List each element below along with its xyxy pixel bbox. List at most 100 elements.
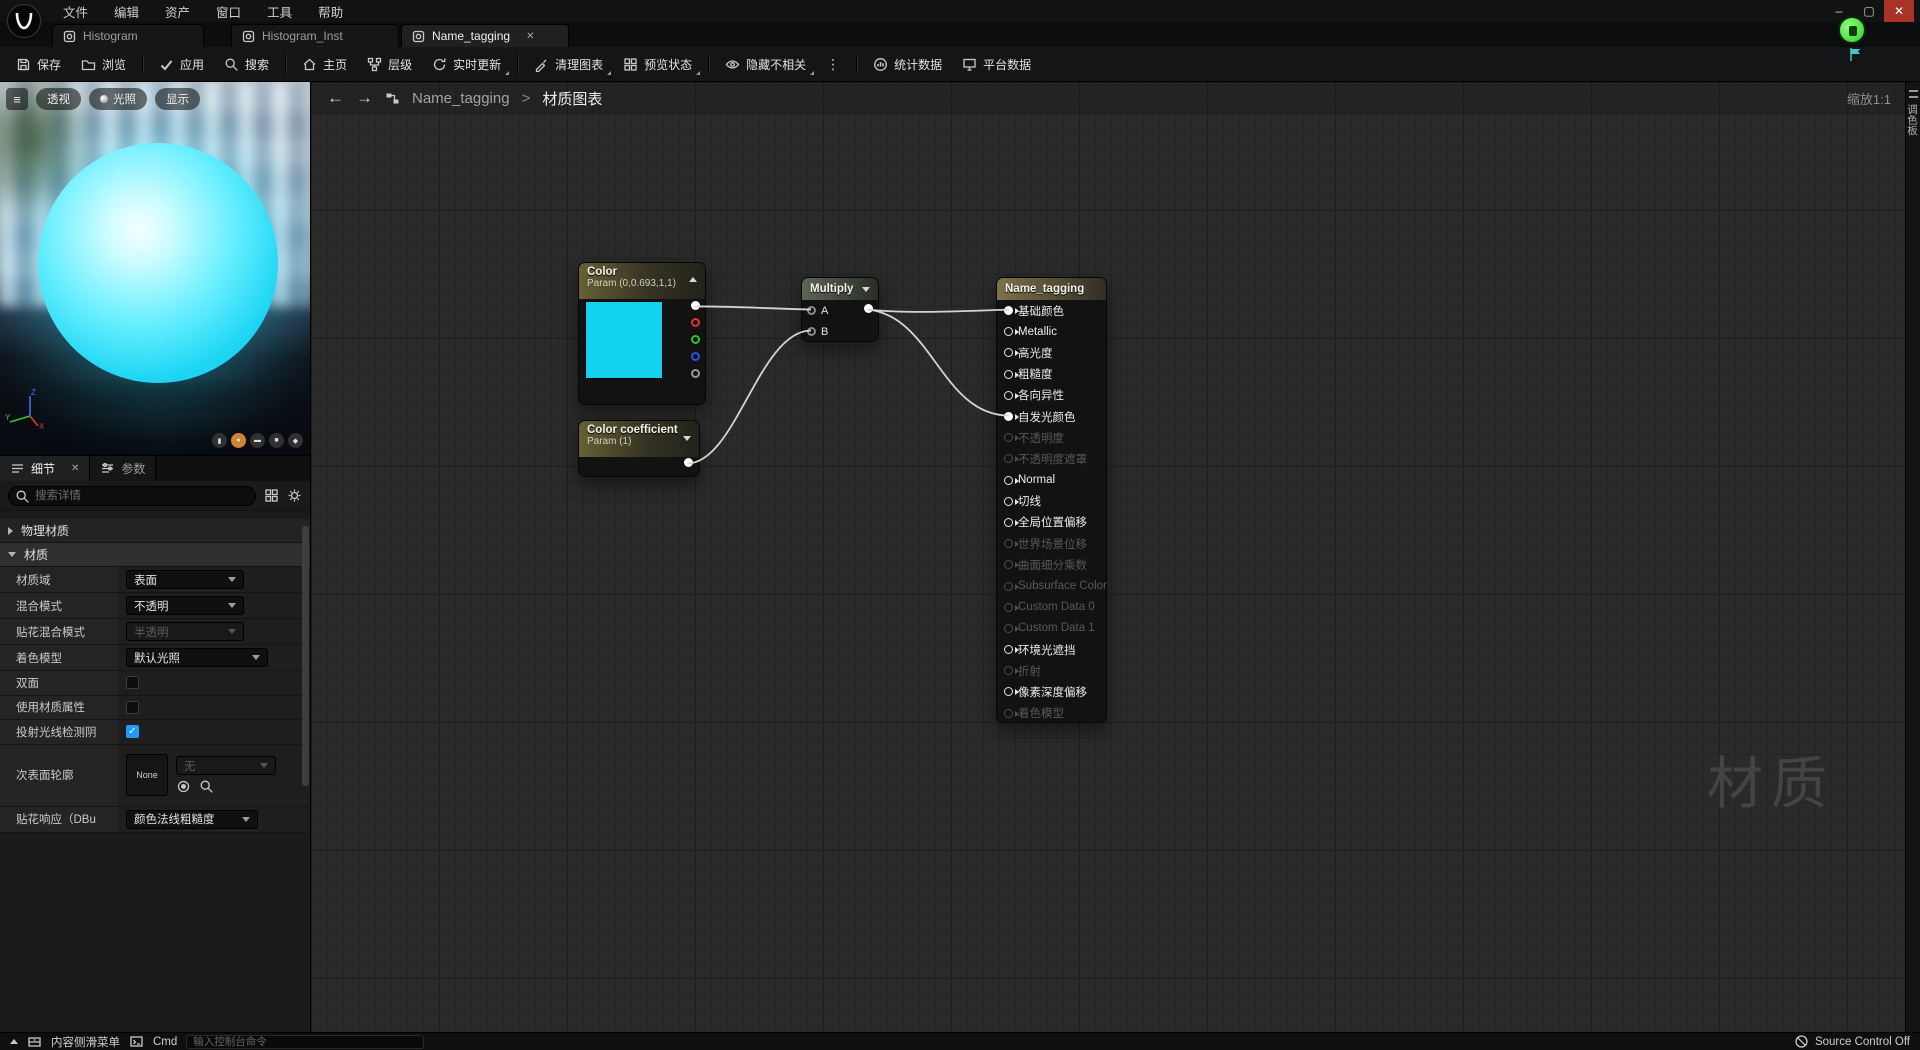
material-input-pin-row[interactable]: 折射 (997, 660, 1106, 681)
node-color-coefficient[interactable]: Color coefficient Param (1) (578, 420, 700, 477)
search-button[interactable]: 搜索 (214, 50, 279, 78)
viewport-menu-icon[interactable]: ≡ (6, 88, 28, 110)
tab-parameters[interactable]: 参数 (90, 456, 157, 481)
content-drawer-icon[interactable] (27, 1034, 42, 1049)
input-pin-icon[interactable] (1004, 623, 1019, 633)
breadcrumb-page[interactable]: 材质图表 (542, 88, 602, 109)
material-input-pin-row[interactable]: Metallic (997, 321, 1106, 342)
node-material-result[interactable]: Name_tagging 基础颜色 Metallic 高光度 粗糙度 各向异性 … (996, 277, 1107, 723)
cast-ray-traced-shadows-checkbox[interactable]: ✓ (126, 725, 139, 739)
source-control-status[interactable]: Source Control Off (1815, 1036, 1910, 1048)
menu-item[interactable]: 编辑 (101, 0, 152, 22)
input-pin-icon[interactable] (1004, 433, 1019, 443)
material-input-pin-row[interactable]: 全局位置偏移 (997, 512, 1106, 533)
input-pin-icon[interactable] (1004, 412, 1019, 422)
input-pin-icon[interactable] (1004, 454, 1019, 464)
scalar-output-pin[interactable] (684, 458, 693, 467)
material-input-pin-row[interactable]: 不透明度 (997, 427, 1106, 448)
menu-item[interactable]: 资产 (152, 0, 203, 22)
unreal-engine-logo-icon[interactable] (6, 3, 42, 39)
input-pin-icon[interactable] (807, 306, 816, 315)
material-graph-canvas[interactable]: ← → Name_tagging > 材质图表 缩放1:1 材质 Color P… (310, 82, 1905, 1032)
input-pin-icon[interactable] (1004, 581, 1019, 591)
clean-graph-button[interactable]: 清理图表 (524, 50, 613, 78)
more-options-button[interactable]: ⋮ (816, 50, 850, 78)
input-pin-icon[interactable] (1004, 390, 1019, 400)
tab-name-tagging[interactable]: Name_tagging ✕ (401, 24, 569, 47)
material-input-pin-row[interactable]: Custom Data 1 (997, 618, 1106, 639)
back-arrow-icon[interactable]: ← (327, 88, 344, 108)
node-multiply[interactable]: Multiply A B (801, 277, 879, 342)
node-color-param[interactable]: Color Param (0,0.693,1,1) (578, 262, 706, 405)
tab-close-icon[interactable]: ✕ (526, 31, 534, 42)
input-pin-icon[interactable] (1004, 708, 1019, 718)
use-material-attributes-checkbox[interactable] (126, 700, 139, 714)
dropdown-icon[interactable] (862, 287, 870, 292)
cylinder-mesh-button[interactable]: ▮ (212, 433, 227, 448)
forward-arrow-icon[interactable]: → (356, 88, 373, 108)
chevron-up-icon[interactable] (10, 1039, 18, 1044)
color-output-pin[interactable] (691, 335, 700, 344)
input-pin-icon[interactable] (1004, 539, 1019, 549)
decal-response-select[interactable]: 颜色法线粗糙度 (126, 809, 258, 829)
details-scrollbar[interactable] (302, 526, 309, 786)
input-pin-icon[interactable] (1004, 306, 1019, 316)
hide-unrelated-button[interactable]: 隐藏不相关 (715, 50, 816, 78)
palette-drawer-tab[interactable]: 调色板 (1905, 82, 1920, 1032)
show-button[interactable]: 显示 (155, 88, 200, 110)
material-input-pin-row[interactable]: 切线 (997, 491, 1106, 512)
input-pin-icon[interactable] (1004, 645, 1019, 655)
material-input-pin-row[interactable]: 各向异性 (997, 385, 1106, 406)
tab-details[interactable]: 细节 ✕ (0, 456, 91, 481)
input-pin-icon[interactable] (807, 327, 816, 336)
blend-mode-select[interactable]: 不透明 (126, 596, 244, 615)
save-button[interactable]: 保存 (6, 50, 71, 78)
perspective-button[interactable]: 透视 (36, 88, 81, 110)
color-output-pin[interactable] (691, 369, 700, 378)
tab-histogram-inst[interactable]: Histogram_Inst (231, 24, 399, 47)
color-output-pin[interactable] (691, 352, 700, 361)
flag-icon[interactable] (1849, 47, 1862, 66)
input-pin-icon[interactable] (1004, 687, 1019, 697)
input-pin-icon[interactable] (1004, 560, 1019, 570)
material-input-pin-row[interactable]: 像素深度偏移 (997, 681, 1106, 702)
material-input-pin-row[interactable]: Custom Data 0 (997, 597, 1106, 618)
plane-mesh-button[interactable]: ▬ (250, 433, 265, 448)
lit-mode-button[interactable]: 光照 (89, 88, 147, 110)
custom-mesh-button[interactable]: ◆ (288, 433, 303, 448)
view-options-icon[interactable] (264, 488, 279, 503)
material-input-pin-row[interactable]: 环境光遮挡 (997, 639, 1106, 660)
material-input-pin-row[interactable]: 高光度 (997, 342, 1106, 363)
input-pin-icon[interactable] (1004, 496, 1019, 506)
tab-close-icon[interactable]: ✕ (71, 463, 79, 474)
home-button[interactable]: 主页 (292, 50, 357, 78)
material-input-pin-row[interactable]: 世界场景位移 (997, 533, 1106, 554)
material-preview-viewport[interactable]: ≡ 透视 光照 显示 Z Y X ▮ ● ▬ ■ ◆ (0, 82, 310, 455)
stats-button[interactable]: 统计数据 (863, 50, 952, 78)
input-pin-icon[interactable] (1004, 475, 1019, 485)
preview-state-button[interactable]: 预览状态 (613, 50, 702, 78)
browse-button[interactable]: 浏览 (71, 50, 136, 78)
breadcrumb-asset[interactable]: Name_tagging (412, 90, 510, 107)
input-pin-icon[interactable] (1004, 327, 1019, 337)
apply-button[interactable]: 应用 (149, 50, 214, 78)
input-pin-icon[interactable] (1004, 348, 1019, 358)
gear-icon[interactable] (287, 488, 302, 503)
material-input-pin-row[interactable]: 自发光颜色 (997, 406, 1106, 427)
platform-stats-button[interactable]: 平台数据 (952, 50, 1041, 78)
two-sided-checkbox[interactable] (126, 676, 139, 690)
color-output-pin[interactable] (691, 318, 700, 327)
browse-asset-icon[interactable] (199, 779, 214, 794)
input-pin-icon[interactable] (1004, 666, 1019, 676)
shading-model-select[interactable]: 默认光照 (126, 648, 268, 667)
multiply-input-row[interactable]: B (802, 321, 878, 342)
input-pin-icon[interactable] (1004, 602, 1019, 612)
use-selected-icon[interactable] (176, 779, 191, 794)
multiply-output-pin[interactable] (864, 304, 873, 313)
details-search-input[interactable] (8, 485, 256, 506)
input-pin-icon[interactable] (1004, 517, 1019, 527)
section-physical-material[interactable]: 物理材质 (0, 519, 310, 543)
material-input-pin-row[interactable]: 基础颜色 (997, 300, 1106, 321)
expand-icon[interactable] (683, 436, 691, 441)
material-input-pin-row[interactable]: 曲面细分乘数 (997, 554, 1106, 575)
